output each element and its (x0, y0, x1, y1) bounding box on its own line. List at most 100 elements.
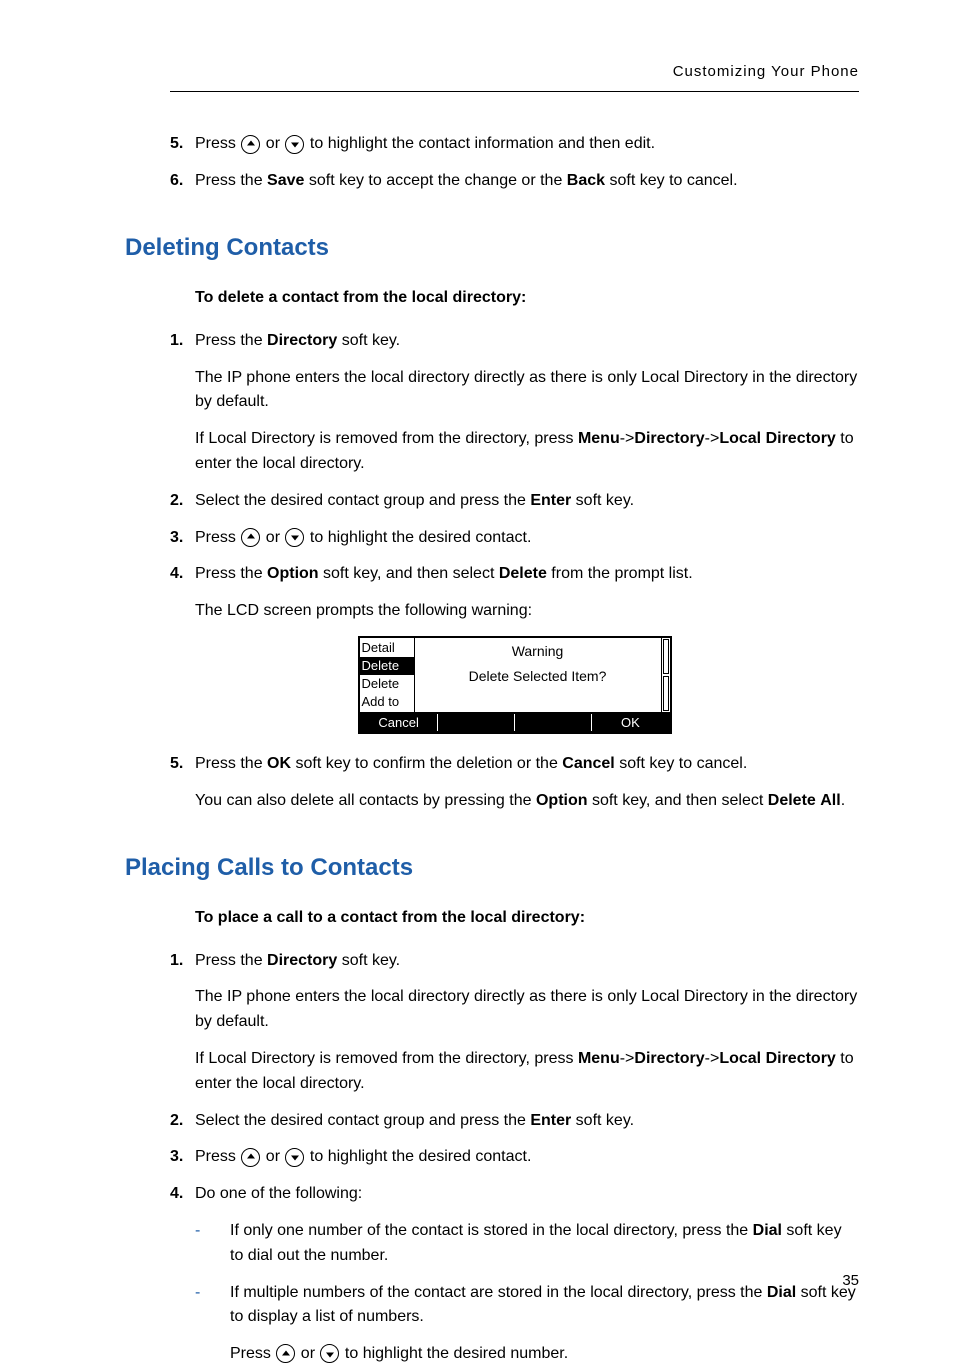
section-heading-placing: Placing Calls to Contacts (125, 849, 859, 886)
text: You can also delete all contacts by pres… (195, 792, 536, 809)
dash-icon: - (195, 1219, 230, 1269)
text: to highlight the desired contact. (305, 529, 531, 546)
delete-label: Delete (499, 565, 547, 582)
up-arrow-icon (241, 528, 260, 547)
lcd-menu-item: Detail (360, 639, 414, 657)
delete-label: Delete (768, 792, 816, 809)
down-arrow-icon (320, 1344, 339, 1363)
list-number: 3. (170, 1145, 195, 1170)
list-item: 4. Do one of the following: (170, 1182, 859, 1207)
list-number: 5. (170, 132, 195, 157)
menu-label: Menu (578, 1050, 620, 1067)
text: -> (705, 430, 720, 447)
directory-label: Directory (267, 332, 337, 349)
text: soft key. (337, 332, 400, 349)
text: Select the desired contact group and pre… (195, 1112, 530, 1129)
lcd-dialog: Warning Delete Selected Item? (415, 638, 662, 712)
up-arrow-icon (241, 135, 260, 154)
text: Press (195, 1148, 240, 1165)
all-label: All (820, 792, 840, 809)
list-number: 1. (170, 949, 195, 974)
text: soft key, and then select (319, 565, 499, 582)
text: soft key to cancel. (615, 755, 748, 772)
option-label: Option (536, 792, 588, 809)
sub-list-item: - If only one number of the contact is s… (195, 1219, 859, 1269)
paragraph: You can also delete all contacts by pres… (195, 789, 859, 814)
lcd-menu-item-selected: Delete (360, 657, 414, 675)
list-number: 3. (170, 526, 195, 551)
directory-label: Directory (766, 1050, 836, 1067)
text: or (296, 1345, 319, 1362)
paragraph: The IP phone enters the local directory … (195, 366, 859, 416)
text: -> (620, 1050, 635, 1067)
text: soft key to confirm the deletion or the (291, 755, 562, 772)
text: Press the (195, 172, 267, 189)
down-arrow-icon (285, 528, 304, 547)
list-item: 2. Select the desired contact group and … (170, 489, 859, 514)
directory-label: Directory (634, 430, 704, 447)
list-item: 6. Press the Save soft key to accept the… (170, 169, 859, 194)
dial-label: Dial (753, 1222, 782, 1239)
list-item: 1. Press the Directory soft key. (170, 949, 859, 974)
text: If only one number of the contact is sto… (230, 1222, 753, 1239)
dial-label: Dial (767, 1284, 796, 1301)
text: -> (620, 430, 635, 447)
page-number: 35 (842, 1269, 859, 1292)
directory-label: Directory (766, 430, 836, 447)
sub-paragraph: Press or to highlight the desired number… (230, 1342, 859, 1367)
text: or (261, 1148, 284, 1165)
lcd-dialog-message: Delete Selected Item? (415, 663, 661, 688)
text: Select the desired contact group and pre… (195, 492, 530, 509)
text: If Local Directory is removed from the d… (195, 430, 578, 447)
option-label: Option (267, 565, 319, 582)
dash-icon: - (195, 1281, 230, 1331)
text: from the prompt list. (547, 565, 693, 582)
page-header: Customizing Your Phone (170, 60, 859, 92)
sub-list-item: - If multiple numbers of the contact are… (195, 1281, 859, 1331)
list-item: 5. Press or to highlight the contact inf… (170, 132, 859, 157)
paragraph: The IP phone enters the local directory … (195, 985, 859, 1035)
lcd-menu-item: Add to (360, 693, 414, 711)
list-number: 4. (170, 1182, 195, 1207)
procedure-intro: To place a call to a contact from the lo… (195, 906, 859, 931)
list-item: 2. Select the desired contact group and … (170, 1109, 859, 1134)
text: -> (705, 1050, 720, 1067)
lcd-menu: Detail Delete Delete Add to (360, 638, 415, 712)
procedure-intro: To delete a contact from the local direc… (195, 286, 859, 311)
menu-label: Menu (578, 430, 620, 447)
list-number: 2. (170, 1109, 195, 1134)
text: Press (230, 1345, 275, 1362)
lcd-softkey-cancel: Cancel (361, 714, 438, 731)
back-label: Back (567, 172, 605, 189)
directory-label: Directory (267, 952, 337, 969)
text: Press (195, 529, 240, 546)
local-label: Local (719, 1050, 761, 1067)
up-arrow-icon (241, 1148, 260, 1167)
list-item: 3. Press or to highlight the desired con… (170, 526, 859, 551)
list-item: 1. Press the Directory soft key. (170, 329, 859, 354)
list-number: 5. (170, 752, 195, 777)
text: or (261, 135, 284, 152)
text: or (261, 529, 284, 546)
lcd-softkeys: Cancel OK (360, 712, 670, 732)
list-number: 1. (170, 329, 195, 354)
text: to highlight the desired number. (340, 1345, 568, 1362)
text: to highlight the desired contact. (305, 1148, 531, 1165)
paragraph: If Local Directory is removed from the d… (195, 1047, 859, 1097)
lcd-softkey-blank (515, 714, 592, 731)
text: Press the (195, 952, 267, 969)
list-number: 6. (170, 169, 195, 194)
section-heading-deleting: Deleting Contacts (125, 229, 859, 266)
text: to highlight the contact information and… (305, 135, 655, 152)
directory-label: Directory (634, 1050, 704, 1067)
text: Press the (195, 565, 267, 582)
lcd-scrollbar (662, 638, 670, 712)
text: soft key to cancel. (605, 172, 738, 189)
lcd-softkey-ok: OK (592, 714, 668, 731)
down-arrow-icon (285, 135, 304, 154)
list-number: 4. (170, 562, 195, 587)
lcd-screenshot: Detail Delete Delete Add to Warning Dele… (358, 636, 672, 734)
cancel-label: Cancel (562, 755, 614, 772)
text: If Local Directory is removed from the d… (195, 1050, 578, 1067)
lcd-dialog-title: Warning (415, 638, 661, 663)
